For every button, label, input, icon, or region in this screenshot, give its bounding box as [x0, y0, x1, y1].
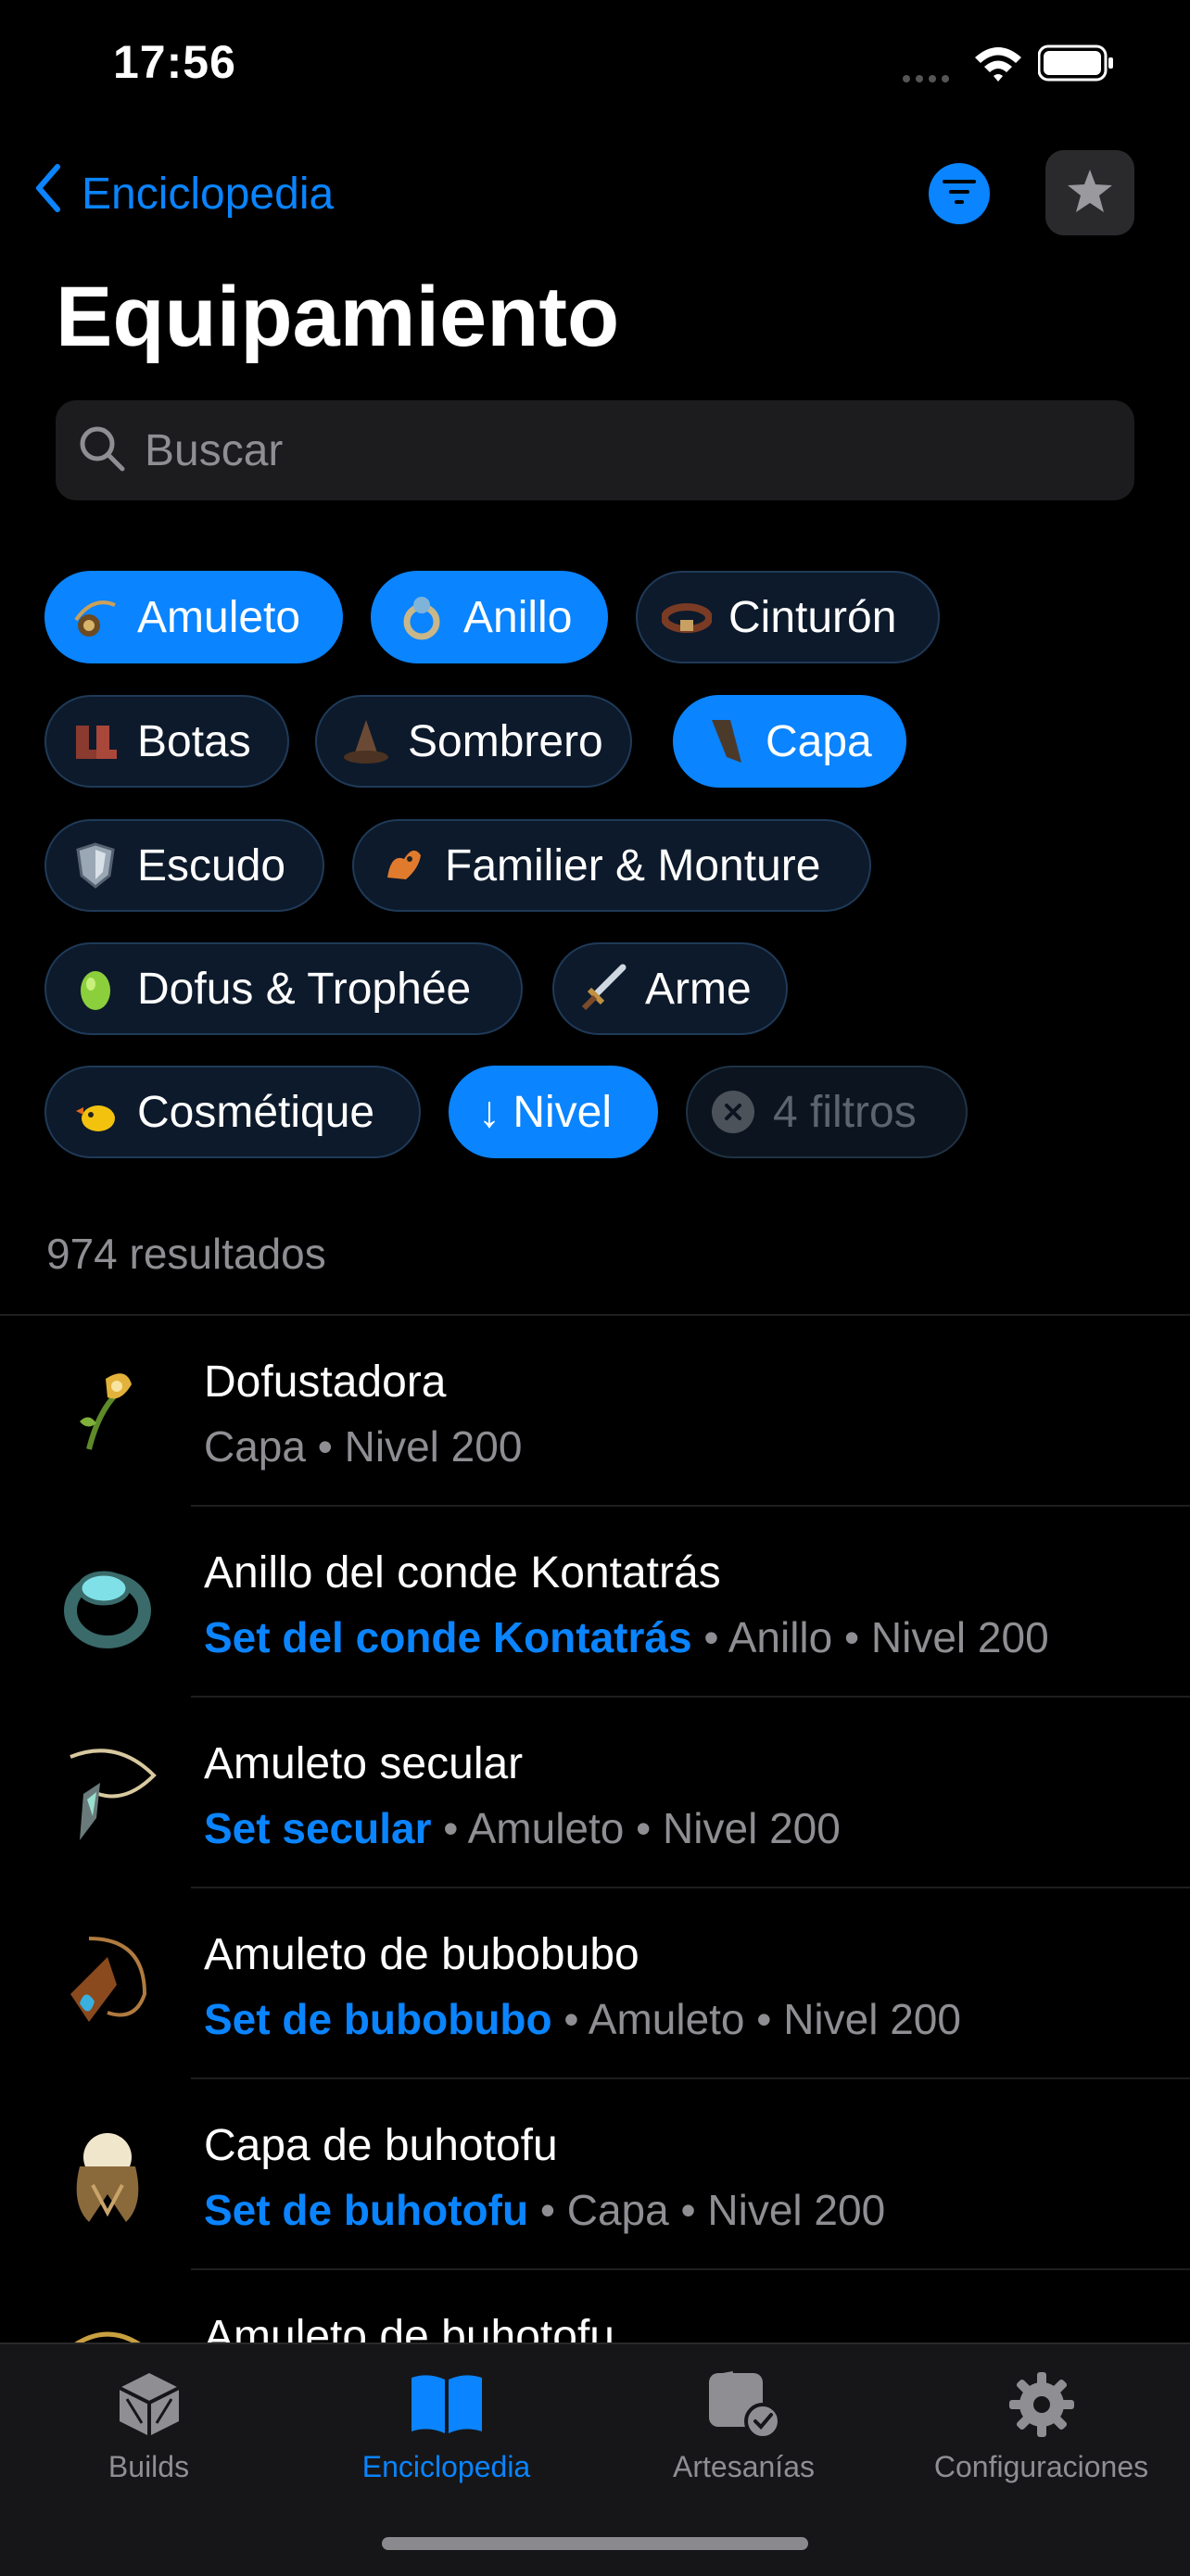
hat-icon	[341, 716, 391, 766]
item-thumbnail	[52, 1357, 163, 1468]
ring-icon	[397, 592, 447, 642]
item-name: Capa de buhotofu	[204, 2121, 558, 2170]
status-time: 17:56	[113, 36, 236, 88]
item-name: Anillo del conde Kontatrás	[204, 1548, 721, 1597]
chip-familier-monture[interactable]: Familier & Monture	[352, 819, 871, 912]
sort-level-chip[interactable]: ↓ Nivel	[449, 1066, 658, 1158]
cosmetic-icon	[70, 1087, 120, 1137]
tab-artesanias[interactable]: Artesanías	[595, 2344, 892, 2530]
pet-icon	[378, 840, 428, 890]
item-thumbnail	[52, 1929, 163, 2040]
list-item[interactable]: Amuleto secular Set secular • Amuleto • …	[0, 1698, 1190, 1888]
item-name: Amuleto de bubobubo	[204, 1930, 639, 1979]
page-title: Equipamiento	[56, 270, 620, 364]
search-input[interactable]	[143, 423, 1073, 477]
chip-sombrero[interactable]: Sombrero	[315, 695, 632, 788]
filter-icon	[941, 178, 978, 210]
home-indicator	[382, 2537, 808, 2550]
battery-icon	[1037, 44, 1114, 86]
craft-check-icon	[705, 2363, 783, 2446]
item-thumbnail	[52, 1547, 163, 1659]
item-meta: Set secular • Amuleto • Nivel 200	[204, 1804, 841, 1852]
chip-cinturon[interactable]: Cinturón	[636, 571, 940, 663]
gear-icon	[1007, 2363, 1076, 2446]
search-icon	[78, 424, 126, 477]
list-item[interactable]: Anillo del conde Kontatrás Set del conde…	[0, 1507, 1190, 1698]
list-item[interactable]: Capa de buhotofu Set de buhotofu • Capa …	[0, 2079, 1190, 2270]
item-name: Dofustadora	[204, 1357, 447, 1407]
chip-arme[interactable]: Arme	[552, 942, 788, 1035]
tab-builds[interactable]: Builds	[0, 2344, 298, 2530]
item-meta: Set del conde Kontatrás • Anillo • Nivel…	[204, 1613, 1049, 1661]
shield-icon	[70, 840, 120, 890]
star-icon	[1066, 168, 1114, 219]
boots-icon	[70, 716, 120, 766]
list-item[interactable]: Amuleto de bubobubo Set de bubobubo • Am…	[0, 1888, 1190, 2079]
back-button[interactable]: Enciclopedia	[33, 163, 334, 224]
chip-dofus-trophee[interactable]: Dofus & Trophée	[44, 942, 523, 1035]
chip-escudo[interactable]: Escudo	[44, 819, 324, 912]
tab-configuraciones[interactable]: Configuraciones	[892, 2344, 1190, 2530]
chip-amuleto[interactable]: Amuleto	[44, 571, 343, 663]
search-bar[interactable]	[56, 400, 1134, 500]
item-thumbnail	[52, 2120, 163, 2231]
cellular-signal-icon	[901, 72, 955, 89]
cape-icon	[699, 716, 749, 766]
item-set-link[interactable]: Set de bubobubo	[204, 1995, 552, 2043]
wifi-icon	[973, 44, 1023, 88]
filter-button[interactable]	[929, 163, 990, 224]
clear-filters-chip[interactable]: 4 filtros	[686, 1066, 968, 1158]
chip-capa[interactable]: Capa	[673, 695, 906, 788]
item-set-link[interactable]: Set secular	[204, 1804, 431, 1852]
item-meta: Capa • Nivel 200	[204, 1422, 523, 1471]
back-label: Enciclopedia	[82, 169, 335, 219]
chevron-left-icon	[33, 163, 61, 224]
item-thumbnail	[52, 1738, 163, 1850]
item-name: Amuleto secular	[204, 1739, 524, 1788]
item-meta: Set de buhotofu • Capa • Nivel 200	[204, 2186, 886, 2234]
results-count: 974 resultados	[46, 1230, 326, 1278]
tab-enciclopedia[interactable]: Enciclopedia	[298, 2344, 595, 2530]
amulet-icon	[70, 592, 120, 642]
sword-icon	[578, 964, 628, 1014]
book-icon	[408, 2363, 486, 2446]
chip-cosmetique[interactable]: Cosmétique	[44, 1066, 421, 1158]
chip-anillo[interactable]: Anillo	[371, 571, 608, 663]
belt-icon	[661, 592, 713, 642]
chip-botas[interactable]: Botas	[44, 695, 289, 788]
cube-icon	[114, 2363, 184, 2446]
dofus-egg-icon	[70, 964, 120, 1014]
clear-icon	[712, 1091, 754, 1133]
item-set-link[interactable]: Set de buhotofu	[204, 2186, 528, 2234]
item-set-link[interactable]: Set del conde Kontatrás	[204, 1613, 692, 1661]
favorites-button[interactable]	[1045, 150, 1134, 235]
list-item[interactable]: Dofustadora Capa • Nivel 200	[0, 1316, 1190, 1507]
item-meta: Set de bubobubo • Amuleto • Nivel 200	[204, 1995, 961, 2043]
